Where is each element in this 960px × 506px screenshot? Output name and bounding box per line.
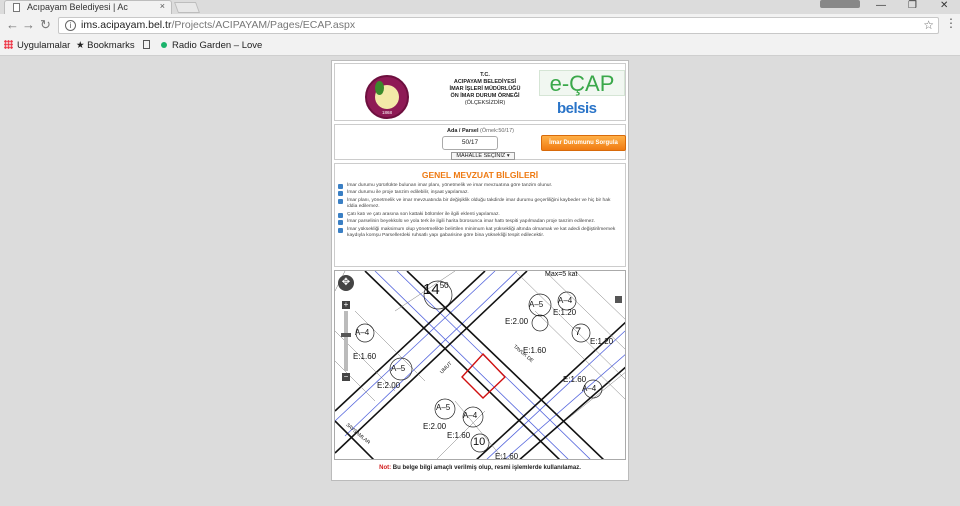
- reload-icon[interactable]: ↻: [40, 17, 51, 33]
- bullet-icon: [338, 198, 343, 204]
- list-item: İmar planı, yönetmelik ve imar mevzuatın…: [338, 198, 620, 211]
- zoom-slider-knob[interactable]: [341, 333, 351, 337]
- map-label-e160: E:1.60: [353, 352, 377, 361]
- info-icon[interactable]: i: [65, 20, 76, 31]
- forward-icon[interactable]: →: [22, 17, 35, 33]
- zoom-out-button[interactable]: −: [342, 373, 350, 381]
- zoom-in-button[interactable]: +: [342, 301, 350, 309]
- header-text: T.C. ACIPAYAM BELEDİYESİ İMAR İŞLERİ MÜD…: [449, 72, 521, 106]
- apps-grid-icon: [4, 40, 13, 49]
- bookmark-apps[interactable]: Uygulamalar: [4, 40, 70, 51]
- mahalle-select[interactable]: MAHALLE SEÇİNİZ ▾: [451, 152, 515, 160]
- map-label-e200: E:2.00: [505, 317, 529, 326]
- municipality-logo: 1868: [365, 75, 409, 119]
- map-label-e200c: E:2.00: [423, 422, 447, 431]
- map-drawing: [335, 271, 625, 459]
- profile-badge[interactable]: [820, 0, 860, 8]
- browser-menu-icon[interactable]: ⋮: [945, 16, 957, 30]
- map-label-max: Max=5 kat: [545, 271, 578, 278]
- bookmark-bookmarks[interactable]: ★ Bookmarks: [76, 40, 135, 51]
- disclaimer-note: Not: Bu belge bilgi amaçlı verilmiş olup…: [379, 465, 581, 471]
- layers-icon[interactable]: [615, 296, 622, 303]
- ecap-page: 1868 T.C. ACIPAYAM BELEDİYESİ İMAR İŞLER…: [331, 60, 629, 481]
- map-label-e160c: E:1.60: [563, 375, 587, 384]
- bullet-icon: [338, 184, 343, 189]
- map-label-e160d: E:1.60: [447, 431, 471, 440]
- logo-year: 1868: [381, 110, 392, 115]
- ecap-logo: e-ÇAP: [539, 70, 625, 96]
- new-tab-button[interactable]: [173, 2, 201, 13]
- map-label-a4c: A–4: [582, 384, 597, 393]
- query-button[interactable]: İmar Durumunu Sorgula: [541, 135, 626, 151]
- browser-tab[interactable]: Acıpayam Belediyesi | Ac ×: [4, 0, 172, 14]
- map-label-10: 10: [473, 436, 486, 448]
- page-header: 1868 T.C. ACIPAYAM BELEDİYESİ İMAR İŞLER…: [334, 63, 626, 121]
- document-icon: [143, 40, 150, 49]
- address-bar[interactable]: i ims.acipayam.bel.tr/Projects/ACIPAYAM/…: [58, 17, 939, 34]
- bullet-icon: [338, 191, 343, 197]
- map-label-a4: A–4: [558, 296, 573, 305]
- zoom-slider[interactable]: [344, 311, 348, 371]
- map-label-e120b: E:1.20: [590, 337, 614, 346]
- bookmarks-bar: Uygulamalar ★ Bookmarks Radio Garden – L…: [0, 36, 960, 56]
- map-label-a5b: A–5: [391, 364, 406, 373]
- bullet-icon: [338, 227, 343, 233]
- url-host: ims.acipayam.bel.tr: [81, 19, 172, 31]
- list-item: İmar yüksekliği maksimum olup yönetmelik…: [338, 227, 620, 240]
- parcel-map[interactable]: ✥ + − Max=5 kat 1450 A–5 A–4 E:2.00 E:1.…: [334, 270, 626, 460]
- map-label-a4b: A–4: [355, 328, 370, 337]
- bookmark-star-icon[interactable]: ☆: [923, 18, 934, 32]
- bookmark-radio-garden[interactable]: Radio Garden – Love: [161, 40, 262, 51]
- bookmark-document[interactable]: [143, 40, 150, 51]
- regulation-list: İmar durumu yürürlükte bulunan imar plan…: [338, 183, 620, 241]
- star-icon: ★: [76, 40, 88, 51]
- green-dot-icon: [161, 42, 167, 48]
- map-label-e160e: E:1.60: [495, 452, 519, 460]
- map-label-14: 1450: [423, 281, 449, 298]
- browser-toolbar: ← → ↻ i ims.acipayam.bel.tr/Projects/ACI…: [0, 14, 960, 36]
- ada-parsel-input[interactable]: 50/17: [442, 136, 498, 150]
- map-label-7: 7: [575, 326, 582, 338]
- close-window-icon[interactable]: ✕: [940, 0, 948, 11]
- map-label-a4d: A–4: [463, 411, 478, 420]
- list-item: İmar durumu ile proje tanzim edilebilir,…: [338, 190, 620, 197]
- url-path: /Projects/ACIPAYAM/Pages/ECAP.aspx: [171, 19, 356, 31]
- query-form: Ada / Parsel (Örnek:50/17) 50/17 MAHALLE…: [334, 124, 626, 160]
- map-label-e200b: E:2.00: [377, 381, 401, 390]
- pan-icon[interactable]: ✥: [338, 275, 354, 291]
- minimize-icon[interactable]: —: [876, 0, 886, 11]
- list-item: İmar durumu yürürlükte bulunan imar plan…: [338, 183, 620, 190]
- map-label-a5: A–5: [529, 300, 544, 309]
- page-icon: [13, 3, 20, 12]
- list-item: İmar parselinin beyekkülü ve yola terk i…: [338, 219, 620, 226]
- tab-title: Acıpayam Belediyesi | Ac: [27, 2, 128, 12]
- map-zoom-control: ✥ + −: [338, 275, 354, 385]
- belsis-logo: belsis: [557, 100, 597, 117]
- regulation-info: GENEL MEVZUAT BİLGİLERİ İmar durumu yürü…: [334, 163, 626, 267]
- back-icon[interactable]: ←: [6, 17, 19, 33]
- ada-parsel-label: Ada / Parsel (Örnek:50/17): [447, 128, 514, 134]
- list-item: Çatı katı ve çatı arasına son kattaki bö…: [338, 212, 620, 219]
- restore-icon[interactable]: ❐: [908, 0, 917, 11]
- map-label-e120: E:1.20: [553, 308, 577, 317]
- bullet-icon: [338, 220, 343, 226]
- map-label-a5c: A–5: [436, 403, 451, 412]
- bullet-icon: [338, 212, 343, 218]
- regulation-title: GENEL MEVZUAT BİLGİLERİ: [421, 170, 539, 180]
- tab-bar: Acıpayam Belediyesi | Ac × — ❐ ✕: [0, 0, 960, 14]
- tab-close-icon[interactable]: ×: [160, 1, 165, 11]
